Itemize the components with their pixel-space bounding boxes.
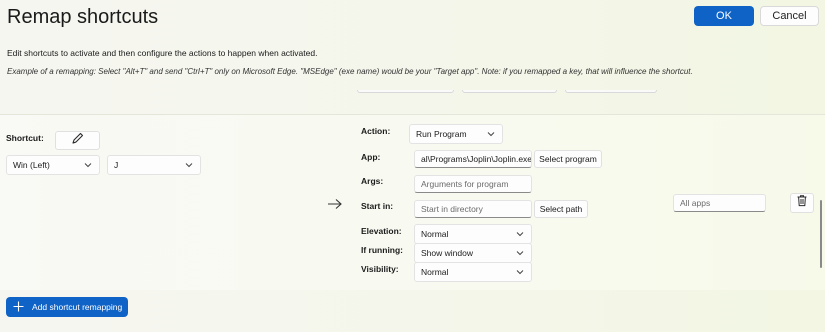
action-dropdown[interactable]: Run Program — [409, 124, 503, 144]
plus-icon — [13, 301, 24, 314]
app-path-input[interactable]: al\Programs\Joplin\Joplin.exe — [414, 150, 532, 168]
select-program-button[interactable]: Select program — [534, 150, 602, 168]
if-running-value: Show window — [421, 248, 473, 258]
modifier-key-dropdown[interactable]: Win (Left) — [6, 155, 100, 175]
if-running-label: If running: — [361, 245, 404, 255]
elevation-label: Elevation: — [361, 226, 402, 236]
args-input[interactable]: Arguments for program — [414, 175, 532, 193]
chevron-down-icon — [515, 229, 525, 241]
select-path-button[interactable]: Select path — [534, 200, 588, 218]
action-label: Action: — [361, 126, 391, 136]
cancel-button[interactable]: Cancel — [760, 6, 819, 26]
start-in-input[interactable]: Start in directory — [414, 200, 532, 218]
pencil-icon — [71, 131, 85, 150]
arrow-right-icon — [327, 197, 343, 215]
shortcut-label: Shortcut: — [6, 133, 44, 143]
add-shortcut-remapping-label: Add shortcut remapping — [32, 302, 123, 312]
delete-remapping-button[interactable] — [790, 193, 814, 213]
visibility-label: Visibility: — [361, 264, 399, 274]
trash-icon — [796, 194, 808, 212]
chevron-down-icon — [515, 267, 525, 279]
if-running-dropdown[interactable]: Show window — [414, 243, 532, 263]
chevron-down-icon — [184, 160, 194, 172]
visibility-value: Normal — [421, 267, 449, 277]
app-label: App: — [361, 152, 381, 162]
modifier-key-value: Win (Left) — [13, 160, 50, 170]
edit-shortcut-button[interactable] — [55, 131, 100, 150]
visibility-dropdown[interactable]: Normal — [414, 262, 532, 282]
key-value: J — [114, 160, 119, 170]
instructions-text: Edit shortcuts to activate and then conf… — [7, 48, 318, 58]
key-dropdown[interactable]: J — [107, 155, 201, 175]
start-in-label: Start in: — [361, 201, 394, 211]
vertical-scrollbar[interactable] — [820, 200, 822, 268]
action-value: Run Program — [416, 129, 467, 139]
chevron-down-icon — [486, 129, 496, 141]
add-shortcut-remapping-button[interactable]: Add shortcut remapping — [6, 297, 128, 317]
chevron-down-icon — [83, 160, 93, 172]
chevron-down-icon — [515, 248, 525, 260]
args-label: Args: — [361, 176, 384, 186]
previous-row-edge — [0, 86, 825, 94]
elevation-dropdown[interactable]: Normal — [414, 224, 532, 244]
ok-button[interactable]: OK — [694, 6, 754, 26]
example-text: Example of a remapping: Select "Alt+T" a… — [7, 67, 693, 76]
elevation-value: Normal — [421, 229, 449, 239]
dialog-title: Remap shortcuts — [7, 6, 159, 28]
target-app-input[interactable]: All apps — [673, 194, 766, 212]
